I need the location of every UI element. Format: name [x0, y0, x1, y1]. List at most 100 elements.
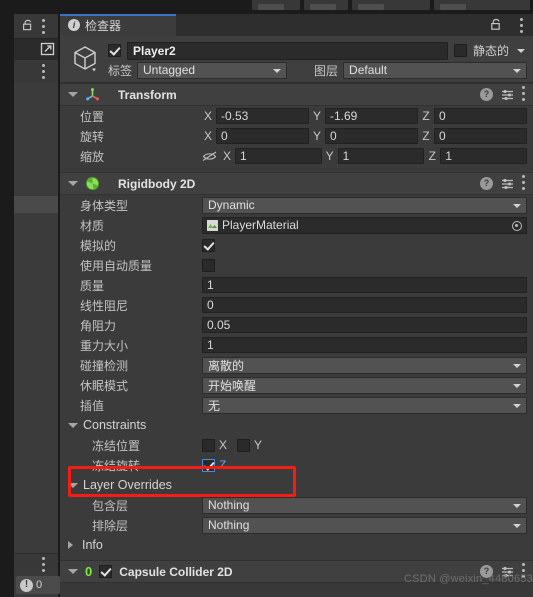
preset-icon[interactable] — [501, 88, 514, 101]
static-checkbox[interactable] — [453, 44, 467, 57]
lineardamping-input[interactable]: 0 — [202, 297, 527, 313]
axis-label-x: X — [222, 149, 231, 163]
foldout-arrow-icon[interactable] — [68, 569, 78, 574]
axis-label-y: Y — [325, 149, 334, 163]
component-header-tools: ? — [480, 86, 525, 102]
axis-label-z: Z — [219, 458, 227, 472]
inspector-window: i 检查器 Player2 静态的 标签 Untagged 图层 Default… — [60, 14, 533, 597]
property-label: 重力大小 — [80, 338, 129, 353]
foldout-arrow-icon[interactable] — [68, 422, 78, 428]
sleepingmode-dropdown[interactable]: 开始唤醒 — [202, 376, 527, 394]
component-header-rigidbody2d[interactable]: Rigidbody 2D ? — [60, 172, 533, 195]
rotation-x-input[interactable]: 0 — [216, 128, 309, 144]
angulardamping-input[interactable]: 0.05 — [202, 317, 527, 333]
inspector-menu-icon[interactable] — [520, 18, 523, 33]
material-value: PlayerMaterial — [222, 218, 299, 232]
interpolate-dropdown[interactable]: 无 — [202, 396, 527, 414]
error-count: 0 — [36, 579, 43, 591]
section-constraints[interactable]: Constraints — [60, 415, 533, 435]
chrome-block-2 — [304, 0, 348, 10]
freeze-rotation-z-checkbox[interactable] — [202, 458, 215, 472]
inspector-lock-icon[interactable] — [490, 18, 503, 31]
left-panel-selected-row[interactable] — [14, 196, 58, 213]
tag-dropdown[interactable]: Untagged — [137, 61, 288, 79]
property-row-includelayers: 包含层 Nothing — [60, 495, 533, 515]
gameobject-name-row: Player2 静态的 — [108, 41, 527, 60]
position-z-input[interactable]: 0 — [434, 108, 527, 124]
freeze-position-y-checkbox[interactable] — [237, 438, 251, 452]
bodytype-value: Dynamic — [208, 198, 255, 212]
property-label: 休眠模式 — [80, 378, 129, 393]
rotation-y-input[interactable]: 0 — [325, 128, 418, 144]
layer-dropdown[interactable]: Default — [343, 61, 527, 79]
scale-x-input[interactable]: 1 — [235, 148, 322, 164]
tab-inspector[interactable]: i 检查器 — [60, 14, 176, 36]
rotation-z-input[interactable]: 0 — [434, 128, 527, 144]
property-row-material: 材质 PlayerMaterial — [60, 215, 533, 235]
collider-badge: 0 — [85, 564, 93, 579]
excludelayers-dropdown[interactable]: Nothing — [202, 516, 527, 534]
left-panel-menu-icon-2[interactable] — [42, 64, 45, 79]
axis-label-y: Y — [312, 129, 321, 143]
collisiondetection-dropdown[interactable]: 离散的 — [202, 356, 527, 374]
property-label: 角阻力 — [80, 318, 117, 333]
property-row-mass: 质量 1 — [60, 275, 533, 295]
foldout-arrow-icon[interactable] — [68, 482, 78, 488]
component-header-transform[interactable]: Transform ? — [60, 83, 533, 106]
axis-label-z: Z — [428, 149, 437, 163]
gameobject-name-input[interactable]: Player2 — [127, 41, 448, 60]
gravityscale-input[interactable]: 1 — [202, 337, 527, 353]
property-label: 材质 — [80, 218, 105, 233]
property-label: 包含层 — [92, 498, 129, 513]
freeze-position-x-checkbox[interactable] — [202, 438, 215, 452]
axis-label-y: Y — [312, 109, 321, 123]
foldout-arrow-icon[interactable] — [68, 92, 78, 97]
property-label: 线性阻尼 — [80, 298, 129, 313]
status-badge[interactable]: ! 0 — [16, 576, 60, 594]
lock-icon[interactable] — [22, 19, 34, 31]
help-icon[interactable]: ? — [480, 88, 493, 101]
freeze-rotation-axes: Z — [202, 458, 226, 472]
preset-icon[interactable] — [501, 177, 514, 190]
left-panel-menu-icon[interactable] — [42, 19, 45, 34]
scale-z-input[interactable]: 1 — [440, 148, 528, 164]
tag-label: 标签 — [108, 63, 133, 78]
layer-value: Default — [349, 63, 388, 77]
foldout-arrow-icon[interactable] — [68, 541, 73, 549]
collider-enabled-checkbox[interactable] — [99, 565, 113, 578]
popout-icon[interactable] — [40, 41, 56, 57]
includelayers-dropdown[interactable]: Nothing — [202, 496, 527, 514]
property-label: 模拟的 — [80, 238, 117, 253]
screen-root: ! 0 i 检查器 Player2 静态的 标签 Untagged 图层 Def… — [0, 0, 533, 597]
component-menu-icon[interactable] — [522, 175, 525, 190]
layer-overrides-title: Layer Overrides — [83, 478, 172, 492]
material-icon — [207, 219, 218, 231]
help-icon[interactable]: ? — [480, 177, 493, 190]
vector3-rotation: X 0 Y 0 Z 0 — [202, 128, 533, 144]
position-x-input[interactable]: -0.53 — [216, 108, 309, 124]
freeze-position-axes: X Y — [202, 438, 262, 452]
axis-label-x: X — [203, 109, 212, 123]
scale-y-input[interactable]: 1 — [337, 148, 425, 164]
material-object-field[interactable]: PlayerMaterial — [202, 216, 527, 234]
property-label: 冻结旋转 — [92, 458, 141, 473]
section-layer-overrides[interactable]: Layer Overrides — [60, 475, 533, 495]
simulated-checkbox[interactable] — [202, 238, 215, 252]
property-row-useautomass: 使用自动质量 — [60, 255, 533, 275]
section-info[interactable]: Info — [60, 535, 533, 555]
foldout-arrow-icon[interactable] — [68, 181, 78, 186]
component-name: Rigidbody 2D — [118, 176, 196, 191]
gameobject-enabled-checkbox[interactable] — [108, 44, 121, 57]
useautomass-checkbox[interactable] — [202, 258, 215, 272]
component-menu-icon[interactable] — [522, 86, 525, 101]
mass-input[interactable]: 1 — [202, 277, 527, 293]
tag-layer-row: 标签 Untagged 图层 Default — [108, 61, 527, 79]
static-dropdown-arrow[interactable] — [517, 48, 525, 53]
left-panel-menu-icon-3[interactable] — [42, 557, 45, 572]
gameobject-header: Player2 静态的 标签 Untagged 图层 Default — [60, 36, 533, 83]
constrain-proportions-off-icon[interactable] — [202, 150, 217, 162]
watermark: CSDN @weixin_44806531 — [404, 573, 533, 585]
position-y-input[interactable]: -1.69 — [325, 108, 418, 124]
component-name: Capsule Collider 2D — [119, 564, 233, 579]
bodytype-dropdown[interactable]: Dynamic — [202, 196, 527, 214]
